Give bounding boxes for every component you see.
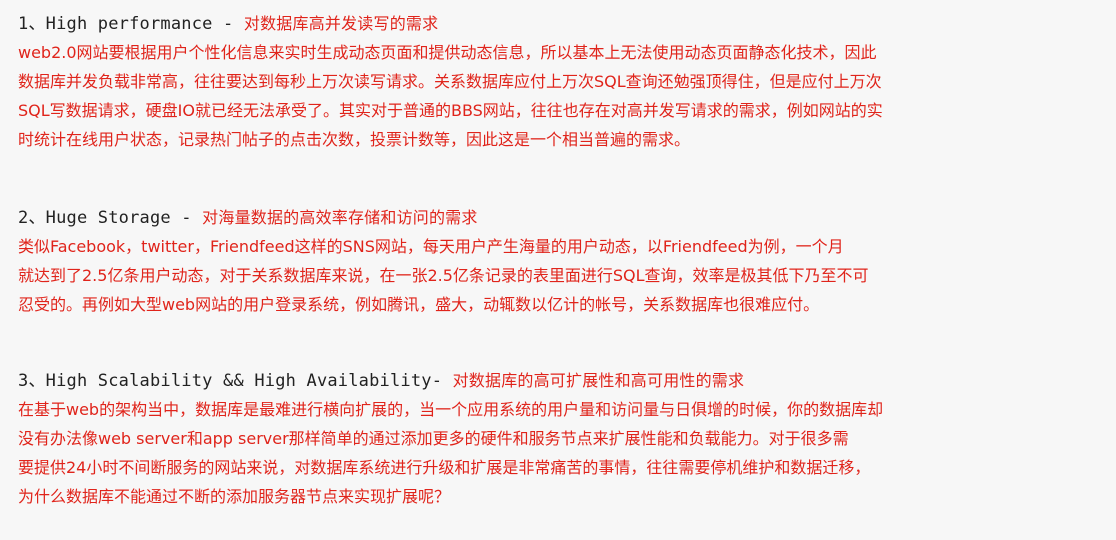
- paragraph-line: 要提供24小时不间断服务的网站来说，对数据库系统进行升级和扩展是非常痛苦的事情，…: [18, 458, 871, 477]
- document-page: 1、High performance - 对数据库高并发读写的需求 web2.0…: [0, 0, 1116, 540]
- section-heading-zh: 对数据库的高可扩展性和高可用性的需求: [452, 371, 745, 390]
- section-heading: 3、High Scalability && High Availability-…: [18, 368, 1110, 394]
- paragraph-line: 就达到了2.5亿条用户动态，对于关系数据库来说，在一张2.5亿条记录的表里面进行…: [18, 266, 869, 285]
- section-heading-en: 1、High performance -: [18, 14, 244, 34]
- paragraph-line: 为什么数据库不能通过不断的添加服务器节点来实现扩展呢？: [18, 487, 451, 506]
- section-heading-zh: 对海量数据的高效率存储和访问的需求: [202, 208, 478, 227]
- paragraph-line: 忍受的。再例如大型web网站的用户登录系统，例如腾讯，盛大，动辄数以亿计的帐号，…: [18, 295, 820, 314]
- paragraph-line: 时统计在线用户状态，记录热门帖子的点击次数，投票计数等，因此这是一个相当普遍的需…: [18, 130, 691, 149]
- paragraph-line: 没有办法像web server和app server那样简单的通过添加更多的硬件…: [18, 429, 849, 448]
- section-paragraph: 类似Facebook，twitter，Friendfeed这样的SNS网站，每天…: [18, 232, 1110, 319]
- section-high-performance: 1、High performance - 对数据库高并发读写的需求 web2.0…: [18, 11, 1110, 154]
- section-heading-en: 3、High Scalability && High Availability-: [18, 371, 453, 391]
- section-heading-en: 2、Huge Storage -: [18, 208, 203, 228]
- paragraph-line: 数据库并发负载非常高，往往要达到每秒上万次读写请求。关系数据库应付上万次SQL查…: [18, 72, 882, 91]
- paragraph-line: 在基于web的架构当中，数据库是最难进行横向扩展的，当一个应用系统的用户量和访问…: [18, 400, 884, 419]
- section-paragraph: 在基于web的架构当中，数据库是最难进行横向扩展的，当一个应用系统的用户量和访问…: [18, 395, 1110, 511]
- section-heading-zh: 对数据库高并发读写的需求: [243, 14, 439, 33]
- section-heading: 1、High performance - 对数据库高并发读写的需求: [18, 11, 1110, 37]
- paragraph-line: SQL写数据请求，硬盘IO就已经无法承受了。其实对于普通的BBS网站，往往也存在…: [18, 101, 883, 120]
- paragraph-line: web2.0网站要根据用户个性化信息来实时生成动态页面和提供动态信息，所以基本上…: [18, 43, 877, 62]
- section-heading: 2、Huge Storage - 对海量数据的高效率存储和访问的需求: [18, 205, 1110, 231]
- paragraph-line: 类似Facebook，twitter，Friendfeed这样的SNS网站，每天…: [18, 237, 844, 256]
- section-paragraph: web2.0网站要根据用户个性化信息来实时生成动态页面和提供动态信息，所以基本上…: [18, 38, 1110, 154]
- section-high-scalability: 3、High Scalability && High Availability-…: [18, 368, 1110, 511]
- section-huge-storage: 2、Huge Storage - 对海量数据的高效率存储和访问的需求 类似Fac…: [18, 205, 1110, 319]
